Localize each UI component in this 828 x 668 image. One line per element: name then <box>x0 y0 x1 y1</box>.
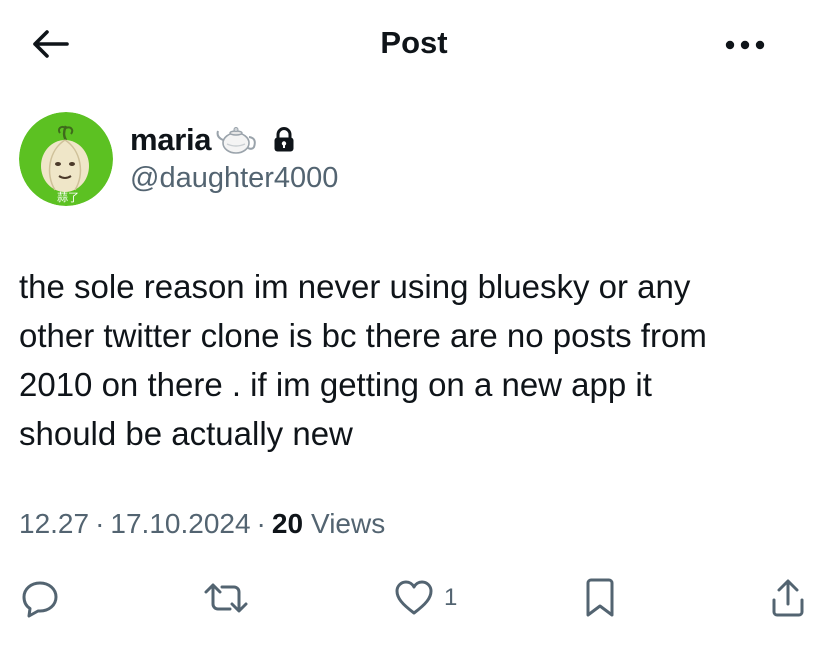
retweet-icon <box>204 583 248 613</box>
more-options-button[interactable] <box>720 30 770 60</box>
post-header: Post <box>0 0 828 90</box>
reply-button[interactable] <box>20 572 60 624</box>
heart-icon <box>395 580 433 615</box>
tweet-meta: 12.27 · 17.10.2024 · 20 Views <box>19 508 385 540</box>
bookmark-icon <box>586 578 614 617</box>
avatar[interactable]: 蒜了 <box>19 112 113 206</box>
author-name-row: maria <box>130 120 295 160</box>
svg-text:蒜了: 蒜了 <box>57 191 79 204</box>
lock-icon <box>273 127 295 153</box>
more-horizontal-icon <box>725 40 765 50</box>
meta-separator: · <box>256 508 266 539</box>
views-label: Views <box>311 508 386 539</box>
retweet-button[interactable] <box>202 572 250 624</box>
author-handle[interactable]: @daughter4000 <box>130 162 338 195</box>
tweet-time[interactable]: 12.27 <box>19 508 89 540</box>
share-button[interactable] <box>770 572 806 624</box>
garlic-avatar-image: 蒜了 <box>19 112 113 206</box>
share-icon <box>772 579 804 617</box>
tweet-text: the sole reason im never using bluesky o… <box>19 268 707 452</box>
meta-separator: · <box>95 508 105 539</box>
bookmark-button[interactable] <box>584 572 616 624</box>
teapot-icon <box>215 124 259 156</box>
reply-icon <box>22 581 58 618</box>
tweet-date[interactable]: 17.10.2024 <box>110 508 250 540</box>
display-name[interactable]: maria <box>130 122 212 158</box>
action-bar: 1 <box>0 572 828 624</box>
page-title: Post <box>380 25 448 60</box>
like-count: 1 <box>444 584 458 611</box>
views-count: 20 <box>271 508 304 539</box>
like-button[interactable]: 1 <box>394 572 457 624</box>
